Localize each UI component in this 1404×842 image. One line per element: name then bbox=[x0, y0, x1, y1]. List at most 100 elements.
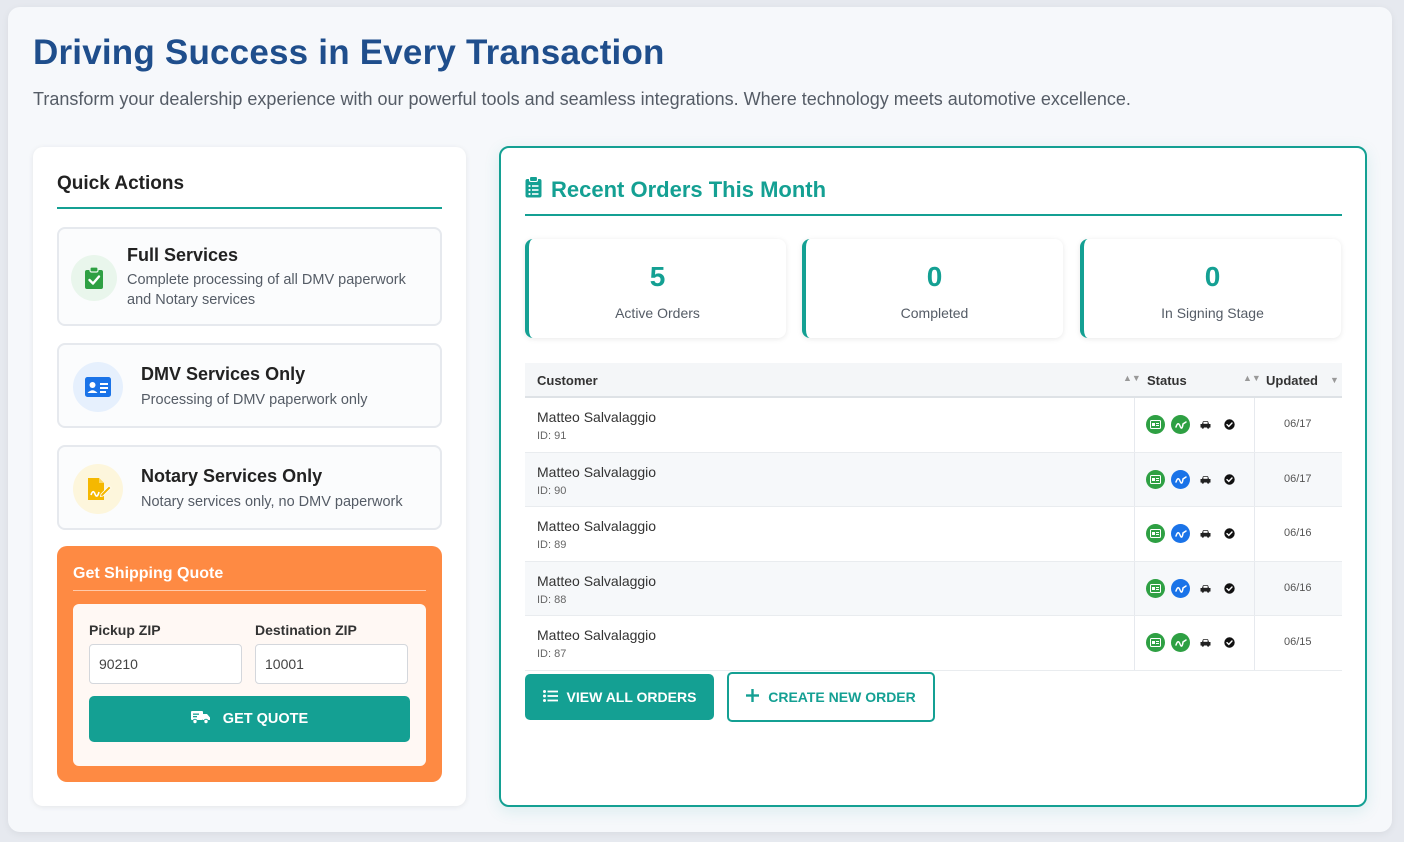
signature-status-icon[interactable] bbox=[1171, 633, 1190, 653]
dmv-services-title: DMV Services Only bbox=[141, 364, 306, 384]
customer-name: Matteo Salvalaggio bbox=[537, 518, 657, 535]
stat-value: 0 bbox=[1204, 261, 1221, 292]
full-services-desc-line1: Complete processing of all DMV paperwork bbox=[127, 272, 406, 288]
customer-name: Matteo Salvalaggio bbox=[537, 463, 657, 480]
cell-divider bbox=[1254, 507, 1255, 561]
cell-divider bbox=[1254, 398, 1255, 452]
recent-orders-title: Recent Orders This Month bbox=[551, 177, 827, 202]
check-circle-icon bbox=[1220, 470, 1238, 488]
status-icons bbox=[1146, 578, 1238, 598]
get-quote-button[interactable]: GET QUOTE bbox=[89, 696, 410, 742]
stat-completed: 0 Completed bbox=[802, 239, 1063, 338]
clipboard-list-icon bbox=[525, 175, 542, 204]
full-services-desc-line2: and Notary services bbox=[127, 292, 256, 308]
dmv-services-action[interactable]: DMV Services Only Processing of DMV pape… bbox=[57, 343, 442, 428]
status-icons bbox=[1146, 415, 1238, 434]
stat-label: In Signing Stage bbox=[1161, 305, 1264, 321]
check-circle-icon bbox=[1220, 525, 1238, 543]
shipping-quote-form: Pickup ZIP Destination ZIP GET QUOTE bbox=[73, 604, 426, 766]
create-new-order-label: CREATE NEW ORDER bbox=[768, 689, 916, 705]
quick-actions-card: Quick Actions Full Services Complete pro… bbox=[33, 147, 466, 806]
get-quote-label: GET QUOTE bbox=[222, 711, 309, 727]
hero-subtitle: Transform your dealership experience wit… bbox=[33, 89, 1131, 109]
notary-services-desc: Notary services only, no DMV paperwork bbox=[141, 494, 403, 510]
full-services-title: Full Services bbox=[127, 245, 239, 265]
create-new-order-button[interactable]: CREATE NEW ORDER bbox=[727, 672, 935, 722]
clipboard-check-icon bbox=[71, 255, 117, 301]
dmv-status-icon[interactable] bbox=[1146, 578, 1165, 598]
table-row[interactable]: Matteo Salvalaggio ID: 89 06/16 bbox=[525, 507, 1342, 562]
updated-date: 06/17 bbox=[1284, 418, 1312, 430]
cell-divider bbox=[1254, 561, 1255, 616]
cell-divider bbox=[1254, 452, 1255, 507]
shipping-quote-panel: Get Shipping Quote Pickup ZIP Destinatio… bbox=[57, 546, 442, 782]
signature-status-icon[interactable] bbox=[1171, 578, 1190, 598]
page: Driving Success in Every Transaction Tra… bbox=[8, 7, 1392, 832]
dmv-status-icon[interactable] bbox=[1146, 415, 1165, 434]
table-row[interactable]: Matteo Salvalaggio ID: 87 06/15 bbox=[525, 616, 1342, 671]
shipping-quote-title: Get Shipping Quote bbox=[73, 565, 224, 582]
table-header: Customer ▲▼ Status ▲▼ Updated ▼ bbox=[525, 363, 1342, 398]
stat-value: 0 bbox=[926, 261, 943, 292]
order-id: ID: 89 bbox=[537, 539, 567, 552]
stat-in-signing-stage: 0 In Signing Stage bbox=[1080, 239, 1341, 338]
table-row[interactable]: Matteo Salvalaggio ID: 91 06/17 bbox=[525, 398, 1342, 453]
dmv-status-icon[interactable] bbox=[1146, 633, 1165, 653]
recent-orders-divider bbox=[525, 214, 1342, 216]
full-services-action[interactable]: Full Services Complete processing of all… bbox=[57, 227, 442, 326]
notary-services-title: Notary Services Only bbox=[141, 466, 323, 486]
stat-label: Active Orders bbox=[615, 305, 700, 321]
stat-label: Completed bbox=[900, 305, 969, 321]
check-circle-icon bbox=[1220, 416, 1238, 434]
updated-date: 06/16 bbox=[1284, 527, 1312, 540]
sort-icon[interactable]: ▲▼ bbox=[1243, 373, 1261, 383]
updated-date: 06/15 bbox=[1284, 636, 1312, 649]
updated-date: 06/17 bbox=[1284, 472, 1312, 485]
table-row[interactable]: Matteo Salvalaggio ID: 90 06/17 bbox=[525, 452, 1342, 508]
updated-date: 06/16 bbox=[1284, 581, 1312, 594]
notary-services-action[interactable]: Notary Services Only Notary services onl… bbox=[57, 445, 442, 530]
pickup-zip-input[interactable] bbox=[89, 644, 242, 684]
column-status[interactable]: Status bbox=[1147, 373, 1187, 388]
quick-actions-title: Quick Actions bbox=[57, 173, 185, 194]
dmv-status-icon[interactable] bbox=[1146, 469, 1165, 489]
cell-divider bbox=[1254, 616, 1255, 670]
truck-icon bbox=[190, 709, 211, 729]
dmv-services-desc: Processing of DMV paperwork only bbox=[141, 392, 368, 408]
signature-status-icon[interactable] bbox=[1171, 469, 1190, 489]
status-icons bbox=[1146, 469, 1238, 489]
sort-icon[interactable]: ▲▼ bbox=[1123, 373, 1141, 383]
car-icon bbox=[1196, 470, 1214, 488]
cell-divider bbox=[1134, 398, 1135, 452]
cell-divider bbox=[1134, 561, 1135, 616]
destination-zip-label: Destination ZIP bbox=[255, 622, 357, 638]
customer-name: Matteo Salvalaggio bbox=[537, 409, 657, 425]
order-id: ID: 87 bbox=[537, 648, 567, 661]
dmv-status-icon[interactable] bbox=[1146, 524, 1165, 544]
view-all-orders-button[interactable]: VIEW ALL ORDERS bbox=[525, 674, 714, 720]
signature-status-icon[interactable] bbox=[1171, 524, 1190, 544]
recent-orders-header: Recent Orders This Month bbox=[525, 175, 827, 204]
cell-divider bbox=[1134, 616, 1135, 670]
sort-desc-icon[interactable]: ▼ bbox=[1330, 375, 1339, 385]
customer-name: Matteo Salvalaggio bbox=[537, 572, 657, 589]
signature-icon bbox=[73, 464, 123, 514]
destination-zip-input[interactable] bbox=[255, 644, 408, 684]
order-id: ID: 90 bbox=[537, 484, 567, 497]
status-icons bbox=[1146, 524, 1238, 544]
quick-actions-divider bbox=[57, 207, 442, 209]
car-icon bbox=[1196, 525, 1214, 543]
signature-status-icon[interactable] bbox=[1171, 415, 1190, 434]
customer-name: Matteo Salvalaggio bbox=[537, 627, 657, 644]
shipping-quote-divider bbox=[73, 590, 426, 591]
pickup-zip-label: Pickup ZIP bbox=[89, 622, 161, 638]
stat-active-orders: 5 Active Orders bbox=[525, 239, 786, 338]
check-circle-icon bbox=[1220, 634, 1238, 652]
order-id: ID: 88 bbox=[537, 593, 567, 606]
table-row[interactable]: Matteo Salvalaggio ID: 88 06/16 bbox=[525, 561, 1342, 617]
car-icon bbox=[1196, 634, 1214, 652]
column-updated[interactable]: Updated bbox=[1266, 373, 1318, 388]
car-icon bbox=[1196, 416, 1214, 434]
column-customer[interactable]: Customer bbox=[537, 373, 598, 388]
order-id: ID: 91 bbox=[537, 430, 567, 442]
